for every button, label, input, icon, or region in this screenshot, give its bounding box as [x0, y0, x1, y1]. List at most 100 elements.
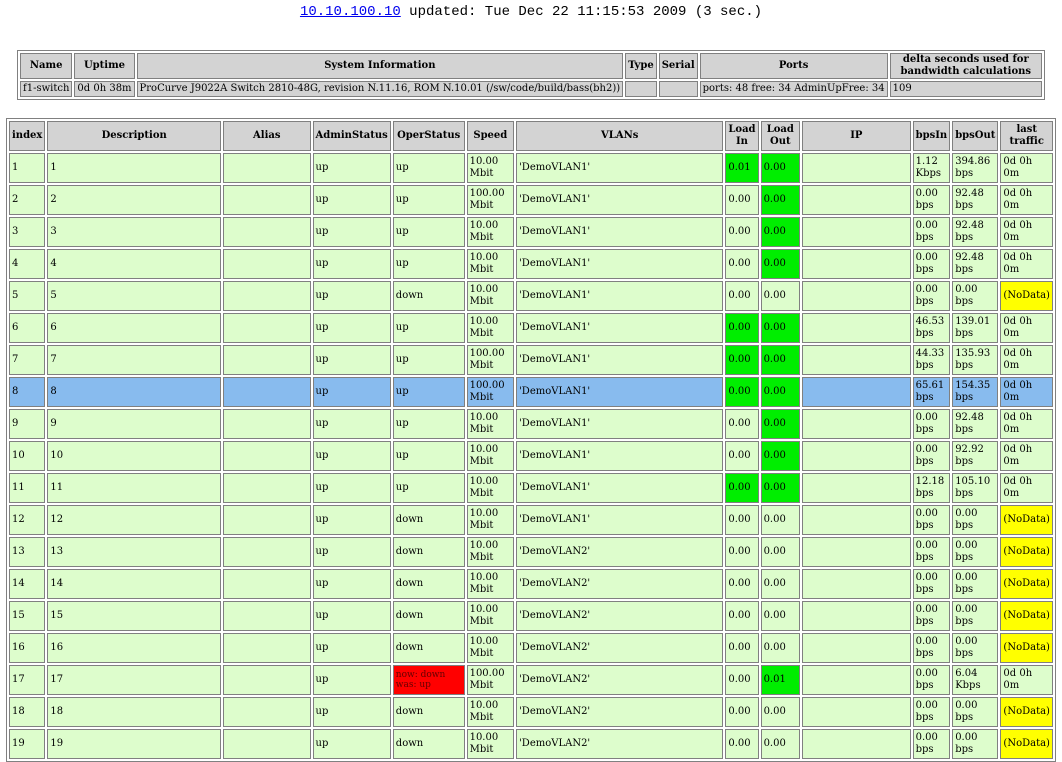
- cell-alias: [222, 505, 311, 535]
- cell-load-in: 0.00: [725, 697, 759, 727]
- cell-speed: 10.00 Mbit: [466, 409, 515, 439]
- port-row[interactable]: 8 8 up up 100.00 Mbit 'DemoVLAN1' 0.00 0.00 65.6…: [9, 377, 1053, 407]
- cell-ip: [802, 441, 911, 471]
- col-header-ip[interactable]: IP: [802, 121, 911, 151]
- cell-operstatus: up: [392, 217, 465, 247]
- cell-load-in: 0.00: [725, 473, 759, 503]
- cell-index: 10: [9, 441, 46, 471]
- col-header-adminstatus[interactable]: AdminStatus: [312, 121, 391, 151]
- col-header-vlans[interactable]: VLANs: [516, 121, 724, 151]
- cell-last-traffic: 0d 0h 0m: [1000, 185, 1053, 215]
- cell-index: 18: [9, 697, 46, 727]
- system-info-table: Name Uptime System Information Type Seri…: [17, 50, 1045, 100]
- cell-index: 3: [9, 217, 46, 247]
- cell-adminstatus: up: [312, 249, 391, 279]
- port-row[interactable]: 2 2 up up 100.00 Mbit 'DemoVLAN1' 0.00 0.00 0.00…: [9, 185, 1053, 215]
- cell-vlans: 'DemoVLAN1': [516, 377, 724, 407]
- cell-index: 11: [9, 473, 46, 503]
- cell-operstatus: down: [392, 601, 465, 631]
- port-row[interactable]: 13 13 up down 10.00 Mbit 'DemoVLAN2' 0.00 0.00 0…: [9, 537, 1053, 567]
- cell-ip: [802, 313, 911, 343]
- cell-index: 5: [9, 281, 46, 311]
- cell-speed: 10.00 Mbit: [466, 537, 515, 567]
- cell-ip: [802, 505, 911, 535]
- cell-bpsout: 92.92 bps: [952, 441, 999, 471]
- port-row[interactable]: 11 11 up up 10.00 Mbit 'DemoVLAN1' 0.00 0.00 12.…: [9, 473, 1053, 503]
- port-row[interactable]: 7 7 up up 100.00 Mbit 'DemoVLAN1' 0.00 0.00 44.3…: [9, 345, 1053, 375]
- col-header-alias[interactable]: Alias: [222, 121, 311, 151]
- col-header-bpsin[interactable]: bpsIn: [912, 121, 951, 151]
- type-value: [625, 81, 657, 97]
- cell-description: 4: [47, 249, 221, 279]
- port-row[interactable]: 3 3 up up 10.00 Mbit 'DemoVLAN1' 0.00 0.00 0.00 …: [9, 217, 1053, 247]
- cell-load-out: 0.00: [760, 185, 801, 215]
- cell-bpsin: 1.12 Kbps: [912, 153, 951, 183]
- port-row[interactable]: 17 17 up now: down was: up 100.00 Mbit 'DemoV…: [9, 665, 1053, 695]
- cell-speed: 10.00 Mbit: [466, 281, 515, 311]
- cell-bpsin: 0.00 bps: [912, 409, 951, 439]
- cell-load-out: 0.00: [760, 537, 801, 567]
- col-header-load-out[interactable]: Load Out: [760, 121, 801, 151]
- cell-alias: [222, 633, 311, 663]
- cell-operstatus: up: [392, 313, 465, 343]
- cell-adminstatus: up: [312, 377, 391, 407]
- cell-load-out: 0.00: [760, 217, 801, 247]
- cell-speed: 100.00 Mbit: [466, 665, 515, 695]
- col-header-speed[interactable]: Speed: [466, 121, 515, 151]
- col-header-ports: Ports: [699, 53, 888, 79]
- cell-ip: [802, 217, 911, 247]
- port-row[interactable]: 14 14 up down 10.00 Mbit 'DemoVLAN2' 0.00 0.00 0…: [9, 569, 1053, 599]
- cell-alias: [222, 601, 311, 631]
- cell-adminstatus: up: [312, 537, 391, 567]
- col-header-last-traffic[interactable]: last traffic: [1000, 121, 1053, 151]
- ports-table: index Description Alias AdminStatus Oper…: [6, 118, 1056, 762]
- col-header-index[interactable]: index: [9, 121, 46, 151]
- cell-load-out: 0.00: [760, 345, 801, 375]
- cell-index: 9: [9, 409, 46, 439]
- port-row[interactable]: 18 18 up down 10.00 Mbit 'DemoVLAN2' 0.00 0.00 0…: [9, 697, 1053, 727]
- cell-alias: [222, 729, 311, 759]
- col-header-name: Name: [20, 53, 73, 79]
- cell-speed: 10.00 Mbit: [466, 601, 515, 631]
- cell-adminstatus: up: [312, 185, 391, 215]
- col-header-description[interactable]: Description: [47, 121, 221, 151]
- col-header-system-information: System Information: [136, 53, 624, 79]
- cell-alias: [222, 217, 311, 247]
- port-row[interactable]: 6 6 up up 10.00 Mbit 'DemoVLAN1' 0.00 0.00 46.53…: [9, 313, 1053, 343]
- ports-header-row: index Description Alias AdminStatus Oper…: [9, 121, 1053, 151]
- col-header-operstatus[interactable]: OperStatus: [392, 121, 465, 151]
- port-row[interactable]: 10 10 up up 10.00 Mbit 'DemoVLAN1' 0.00 0.00 0.0…: [9, 441, 1053, 471]
- port-row[interactable]: 19 19 up down 10.00 Mbit 'DemoVLAN2' 0.00 0.00 0…: [9, 729, 1053, 759]
- cell-operstatus: down: [392, 281, 465, 311]
- cell-index: 6: [9, 313, 46, 343]
- cell-operstatus: up: [392, 473, 465, 503]
- cell-operstatus: down: [392, 505, 465, 535]
- cell-bpsout: 0.00 bps: [952, 633, 999, 663]
- cell-load-out: 0.00: [760, 473, 801, 503]
- cell-load-out: 0.00: [760, 697, 801, 727]
- port-row[interactable]: 12 12 up down 10.00 Mbit 'DemoVLAN1' 0.00 0.00 0…: [9, 505, 1053, 535]
- port-row[interactable]: 1 1 up up 10.00 Mbit 'DemoVLAN1' 0.01 0.00 1.12 …: [9, 153, 1053, 183]
- host-link[interactable]: 10.10.100.10: [300, 4, 401, 20]
- cell-operstatus: up: [392, 345, 465, 375]
- cell-bpsout: 105.10 bps: [952, 473, 999, 503]
- cell-ip: [802, 569, 911, 599]
- cell-load-in: 0.00: [725, 249, 759, 279]
- cell-operstatus: down: [392, 633, 465, 663]
- cell-description: 12: [47, 505, 221, 535]
- cell-alias: [222, 473, 311, 503]
- cell-alias: [222, 377, 311, 407]
- cell-load-out: 0.00: [760, 377, 801, 407]
- cell-bpsin: 0.00 bps: [912, 729, 951, 759]
- col-header-load-in[interactable]: Load In: [725, 121, 759, 151]
- port-row[interactable]: 5 5 up down 10.00 Mbit 'DemoVLAN1' 0.00 0.00 0.0…: [9, 281, 1053, 311]
- port-row[interactable]: 4 4 up up 10.00 Mbit 'DemoVLAN1' 0.00 0.00 0.00 …: [9, 249, 1053, 279]
- cell-operstatus: up: [392, 377, 465, 407]
- cell-alias: [222, 569, 311, 599]
- col-header-bpsout[interactable]: bpsOut: [952, 121, 999, 151]
- cell-index: 13: [9, 537, 46, 567]
- cell-bpsin: 0.00 bps: [912, 665, 951, 695]
- port-row[interactable]: 9 9 up up 10.00 Mbit 'DemoVLAN1' 0.00 0.00 0.00 …: [9, 409, 1053, 439]
- port-row[interactable]: 15 15 up down 10.00 Mbit 'DemoVLAN2' 0.00 0.00 0…: [9, 601, 1053, 631]
- port-row[interactable]: 16 16 up down 10.00 Mbit 'DemoVLAN2' 0.00 0.00 0…: [9, 633, 1053, 663]
